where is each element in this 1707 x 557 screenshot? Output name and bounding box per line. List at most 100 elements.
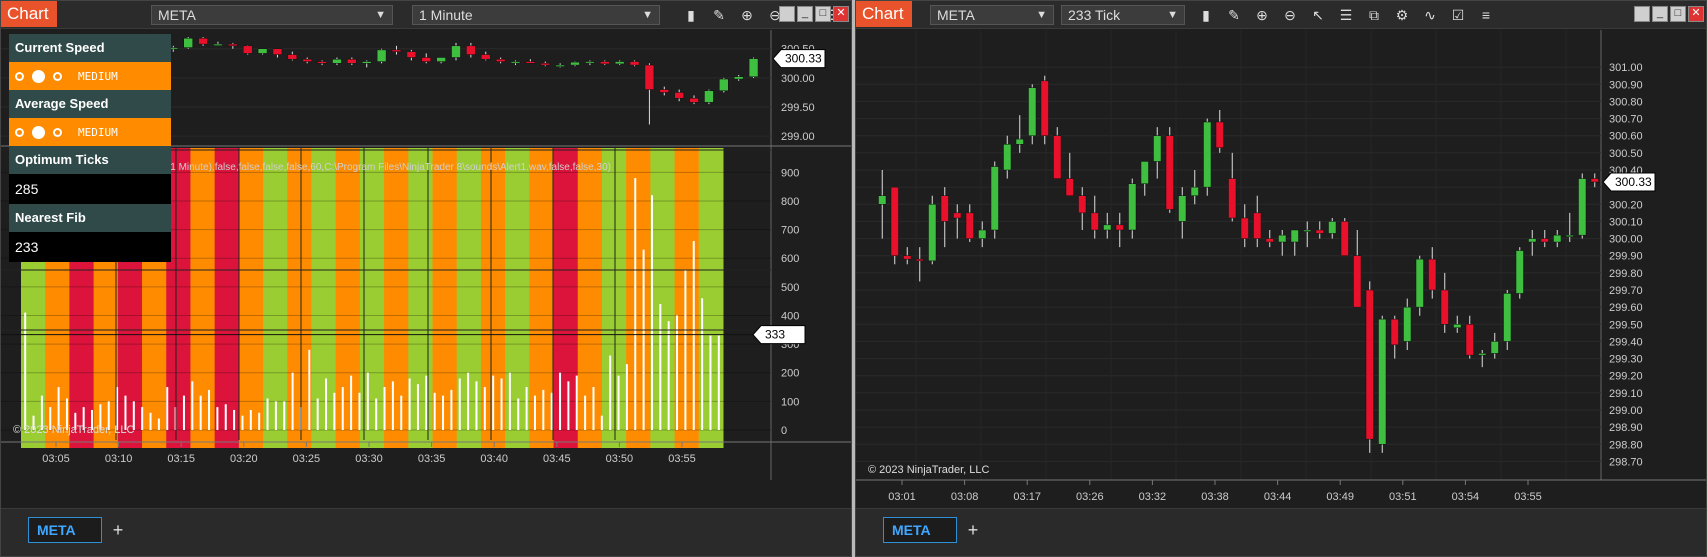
optimum-ticks-label: Optimum Ticks xyxy=(9,146,171,174)
candle-body xyxy=(600,61,610,65)
volume-bar xyxy=(366,372,369,430)
bar-chart-icon[interactable]: ▮ xyxy=(1196,5,1216,25)
candle-body xyxy=(1503,293,1512,342)
volume-bar xyxy=(550,392,553,430)
tab-meta[interactable]: META xyxy=(883,517,957,543)
close-icon[interactable]: ✕ xyxy=(1688,6,1704,22)
template-icon[interactable]: ⧉ xyxy=(849,5,851,25)
price-tick-label: 300.00 xyxy=(781,73,815,85)
volume-bar xyxy=(149,412,152,430)
candle-body xyxy=(1353,255,1362,308)
snap-icon[interactable] xyxy=(779,6,795,22)
chart-menu-button[interactable]: Chart xyxy=(1,1,57,27)
volume-bar xyxy=(450,389,453,430)
strategy-icon[interactable]: ⚙ xyxy=(1392,5,1412,25)
maximize-icon[interactable]: □ xyxy=(815,6,831,22)
candle-body xyxy=(1465,324,1474,356)
zoom-out-icon[interactable]: ⊖ xyxy=(1280,5,1300,25)
pencil-icon[interactable]: ✎ xyxy=(709,5,729,25)
candle-body xyxy=(1240,217,1249,239)
maximize-icon[interactable]: □ xyxy=(1670,6,1686,22)
tab-bar: META + xyxy=(856,508,1706,556)
candle-body xyxy=(1178,195,1187,222)
plot-background xyxy=(856,30,1706,512)
candle-body xyxy=(451,45,461,58)
volume-bar xyxy=(709,335,712,430)
volume-bar xyxy=(199,395,202,430)
candle-body xyxy=(1290,229,1299,243)
add-tab-button[interactable]: + xyxy=(962,519,984,541)
chart-menu-button[interactable]: Chart xyxy=(856,1,912,27)
indicator-icon[interactable]: ∿ xyxy=(1420,5,1440,25)
candle-body xyxy=(965,212,974,239)
time-tick-label: 03:20 xyxy=(230,453,258,465)
minimize-icon[interactable]: _ xyxy=(1652,6,1668,22)
interval-label: 1 Minute xyxy=(419,7,473,23)
speed-panel: Current Speed MEDIUM Average Speed MEDIU… xyxy=(9,34,171,262)
price-tick-label: 300.50 xyxy=(1609,148,1643,160)
candle-body xyxy=(1203,121,1212,188)
candle-body xyxy=(1040,80,1049,136)
bar-chart-icon[interactable]: ▮ xyxy=(681,5,701,25)
price-tick-label: 299.00 xyxy=(1609,405,1643,417)
volume-bar xyxy=(508,372,511,430)
candle-body xyxy=(1553,234,1562,243)
candle-body xyxy=(704,90,714,103)
price-tick-label: 299.20 xyxy=(1609,371,1643,383)
list-icon[interactable]: ≡ xyxy=(1476,5,1496,25)
price-tick-label: 300.80 xyxy=(1609,96,1643,108)
zoom-in-icon[interactable]: ⊕ xyxy=(737,5,757,25)
interval-selector[interactable]: 233 Tick ▼ xyxy=(1061,5,1185,25)
price-tick-label: 299.30 xyxy=(1609,354,1643,366)
instrument-selector[interactable]: META ▼ xyxy=(151,5,393,25)
title-bar: Chart META ▼ 233 Tick ▼ ▮ ✎ ⊕ ⊖ ↖ ☰ ⧉ ⚙ ∿ ☑ ≡ _ □ ✕ xyxy=(856,1,1706,29)
candle-body xyxy=(1328,221,1337,234)
toolbar-icons: ▮ ✎ ⊕ ⊖ ↖ ☰ ⧉ ⚙ ∿ ☑ ≡ xyxy=(1196,5,1496,25)
chart-panel-right[interactable]: 301.00 300.90 300.80 300.70 300.60 300.50 300.… xyxy=(856,30,1707,512)
close-icon[interactable]: ✕ xyxy=(833,6,849,22)
candle-body xyxy=(332,58,342,64)
volume-bar xyxy=(433,392,436,430)
cursor-icon[interactable]: ↖ xyxy=(1308,5,1328,25)
candle-body xyxy=(570,61,580,66)
volume-bar xyxy=(492,375,495,430)
instrument-selector[interactable]: META ▼ xyxy=(930,5,1054,25)
speed-band xyxy=(529,148,555,448)
price-tick-label: 299.80 xyxy=(1609,268,1643,280)
candle-body xyxy=(1140,161,1149,184)
properties-icon[interactable]: ☰ xyxy=(1336,5,1356,25)
data-box-icon[interactable]: ☑ xyxy=(1448,5,1468,25)
candle-body xyxy=(183,38,193,48)
window-controls: _ □ ✕ xyxy=(1634,6,1704,22)
add-tab-button[interactable]: + xyxy=(107,519,129,541)
volume-bar xyxy=(701,298,704,430)
template-icon[interactable]: ⧉ xyxy=(1364,5,1384,25)
volume-tick-label: 700 xyxy=(781,225,799,237)
tab-meta[interactable]: META xyxy=(28,517,102,543)
price-tick-label: 301.00 xyxy=(1609,62,1643,74)
candle-body xyxy=(940,195,949,222)
volume-bar xyxy=(659,304,662,430)
pencil-icon[interactable]: ✎ xyxy=(1224,5,1244,25)
zoom-in-icon[interactable]: ⊕ xyxy=(1252,5,1272,25)
snap-icon[interactable] xyxy=(1634,6,1650,22)
candle-body xyxy=(1540,238,1549,243)
volume-tick-label: 600 xyxy=(781,253,799,265)
interval-label: 233 Tick xyxy=(1068,7,1121,23)
volume-bar xyxy=(316,398,319,430)
candle-body xyxy=(198,38,208,45)
dot-icon xyxy=(32,69,45,83)
time-tick-label: 03:10 xyxy=(105,453,133,465)
minimize-icon[interactable]: _ xyxy=(797,6,813,22)
volume-tick-label: 200 xyxy=(781,368,799,380)
candle-body xyxy=(733,76,744,80)
candle-body xyxy=(1278,234,1287,243)
time-tick-label: 03:26 xyxy=(1076,491,1104,503)
volume-bar xyxy=(274,401,277,430)
candle-body xyxy=(376,49,387,62)
price-tick-label: 299.10 xyxy=(1609,388,1643,400)
volume-bar xyxy=(575,375,578,430)
candle-body xyxy=(436,57,446,62)
volume-bar xyxy=(542,389,545,430)
interval-selector[interactable]: 1 Minute ▼ xyxy=(412,5,660,25)
